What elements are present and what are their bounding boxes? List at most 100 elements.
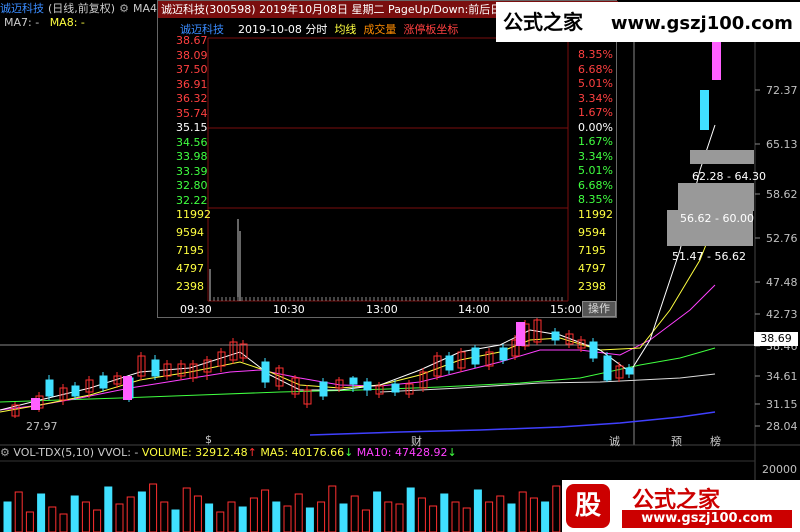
- volume-bar: [25, 511, 34, 532]
- popup-pct-tick: 6.68%: [578, 62, 613, 76]
- popup-vol-tick-left: 4797: [176, 262, 204, 275]
- volume-bar: [70, 495, 79, 532]
- popup-vol-tick-right: 2398: [578, 280, 606, 293]
- volume-bar: [149, 483, 158, 532]
- popup-price-tick: 33.98: [176, 150, 208, 163]
- right-axis-label: 42.73: [766, 308, 798, 321]
- popup-pct-tick: 8.35%: [578, 48, 613, 61]
- popup-time-label: 13:00: [366, 303, 398, 316]
- popup-price-tick: 38.09: [176, 48, 208, 62]
- volume-bar: [485, 501, 494, 532]
- watermark-top: 公式之家 www.gszj100.com: [496, 2, 800, 42]
- volume-bar: [216, 511, 225, 532]
- volume-bar: [496, 495, 505, 532]
- range-box-2: [678, 183, 754, 211]
- popup-pct-tick: 1.67%: [578, 106, 613, 119]
- volume-bar: [440, 493, 449, 532]
- popup-pct-tick: 5.01%: [578, 77, 613, 90]
- candle-body: [712, 40, 721, 80]
- popup-pct-tick: 8.35%: [578, 193, 613, 206]
- volume-bar: [361, 509, 370, 532]
- gear-icon[interactable]: ⚙: [0, 446, 10, 459]
- popup-price-tick: 32.80: [176, 179, 208, 192]
- volume-bar: [462, 507, 471, 532]
- candle-body: [700, 90, 709, 130]
- popup-pct-tick: 3.34%: [578, 91, 613, 105]
- candle-body: [363, 381, 372, 391]
- ma120-line: [309, 411, 716, 436]
- range-label-1: 62.28 - 64.30: [692, 170, 766, 183]
- intraday-popup[interactable]: 诚迈科技(300598) 2019年10月08日 星期二 PageUp/Down…: [157, 0, 618, 318]
- range-label-3: 51.47 - 56.62: [672, 250, 746, 263]
- popup-vol-tick-left: 9594: [176, 226, 204, 239]
- volume-bar: [238, 506, 247, 532]
- popup-time-label: 15:00: [550, 303, 582, 316]
- volume-bar: [373, 491, 382, 532]
- popup-time-label: 14:00: [458, 303, 490, 316]
- volume-bar: [59, 513, 68, 532]
- watermark-bottom-url: www.gszj100.com: [622, 510, 792, 528]
- volume-bar: [552, 485, 561, 532]
- right-axis-label: 47.48: [766, 276, 798, 289]
- popup-vol-tick-left: 11992: [176, 208, 211, 221]
- candle-body: [151, 359, 160, 377]
- marker-dividend[interactable]: $: [205, 433, 212, 446]
- volume-bar: [81, 501, 90, 532]
- right-axis-label: 31.15: [766, 398, 798, 411]
- popup-price-tick: 38.67: [176, 34, 208, 47]
- volume-bar: [205, 503, 214, 532]
- popup-vol-tick-right: 7195: [578, 244, 606, 257]
- popup-pct-tick: 5.01%: [578, 164, 613, 177]
- volume-bar: [429, 505, 438, 532]
- popup-pct-tick: 1.67%: [578, 135, 613, 148]
- watermark-badge: 股: [566, 484, 610, 528]
- popup-price-tick: 35.15: [176, 121, 208, 134]
- candle-body: [551, 331, 560, 341]
- candle-body: [71, 385, 80, 397]
- ma30-line: [379, 373, 716, 393]
- popup-price-tick: 35.74: [176, 106, 208, 120]
- candle-body: [45, 379, 54, 397]
- vol-indicator[interactable]: VOL-TDX(5,10): [13, 446, 94, 459]
- operate-button[interactable]: 操作: [582, 301, 616, 317]
- volume-header: ⚙ VOL-TDX(5,10) VVOL: - VOLUME: 32912.48…: [0, 446, 457, 459]
- volume-bar: [182, 487, 191, 532]
- volume-bar: [3, 501, 12, 532]
- watermark-bottom: 股 公式之家 www.gszj100.com: [562, 480, 800, 532]
- volume-bar: [541, 501, 550, 532]
- candle-body: [319, 381, 328, 397]
- volume-bar: [93, 509, 102, 532]
- popup-price-tick: 37.50: [176, 63, 208, 76]
- volume-bar: [339, 503, 348, 532]
- volume-bar: [384, 501, 393, 532]
- volume-bar: [350, 495, 359, 532]
- current-price-tag: 38.69: [754, 332, 798, 346]
- volume-bar: [137, 491, 146, 532]
- right-axis-label: 58.62: [766, 188, 798, 201]
- vol-axis-label: 20000: [762, 463, 797, 476]
- volume-bar: [37, 493, 46, 532]
- volume-bar: [160, 501, 169, 532]
- right-axis-label: 52.76: [766, 232, 798, 245]
- popup-time-label: 10:30: [273, 303, 305, 316]
- ma5-value: MA5: 40176.66: [260, 446, 345, 459]
- popup-vol-tick-right: 9594: [578, 226, 606, 239]
- volume-bar: [171, 509, 180, 532]
- volume-bar: [193, 495, 202, 532]
- volume-bar: [249, 497, 258, 532]
- right-axis-label: 34.61: [766, 370, 798, 383]
- popup-time-label: 09:30: [180, 303, 212, 316]
- watermark-top-url: www.gszj100.com: [610, 13, 793, 34]
- volume-bar: [294, 493, 303, 532]
- popup-pct-tick: 6.68%: [578, 178, 613, 192]
- popup-vol-tick-left: 7195: [176, 244, 204, 257]
- candle-body: [516, 322, 525, 346]
- volume-bar: [227, 501, 236, 532]
- candle-body: [99, 375, 108, 389]
- volume-bar: [305, 507, 314, 532]
- volume-bar: [417, 497, 426, 532]
- popup-price-tick: 36.91: [176, 77, 208, 91]
- candle-body: [261, 361, 270, 383]
- candle-body: [445, 355, 454, 371]
- volume-bar: [115, 503, 124, 532]
